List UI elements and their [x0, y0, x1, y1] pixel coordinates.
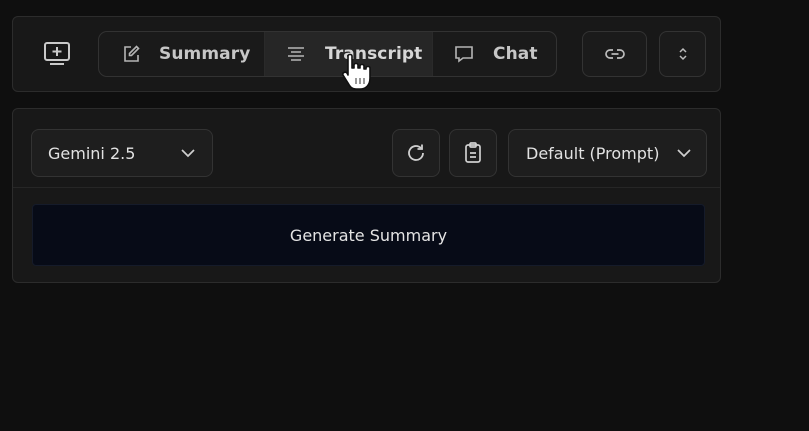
- refresh-icon: [405, 142, 427, 164]
- model-select[interactable]: Gemini 2.5: [31, 129, 213, 177]
- chevron-down-icon: [676, 148, 692, 158]
- copy-button[interactable]: [449, 129, 497, 177]
- view-tabs: Summary Transcript Chat: [98, 31, 557, 77]
- prompt-select-value: Default (Prompt): [526, 143, 660, 163]
- link-icon: [604, 47, 626, 61]
- tab-summary-label: Summary: [159, 44, 251, 64]
- prompt-select[interactable]: Default (Prompt): [508, 129, 707, 177]
- chevron-down-icon: [180, 148, 196, 158]
- refresh-button[interactable]: [392, 129, 440, 177]
- chat-bubble-icon: [453, 44, 475, 64]
- top-toolbar: Summary Transcript Chat: [12, 16, 721, 92]
- tab-chat[interactable]: Chat: [433, 32, 556, 76]
- tab-summary[interactable]: Summary: [99, 32, 265, 76]
- text-align-center-icon: [285, 44, 307, 64]
- summary-panel: Gemini 2.5 Default (Prompt) Generate Sum…: [12, 108, 721, 283]
- link-button[interactable]: [582, 31, 647, 77]
- capture-button[interactable]: [40, 37, 74, 71]
- generate-summary-label: Generate Summary: [289, 225, 448, 245]
- edit-note-icon: [121, 44, 141, 64]
- tab-transcript-label: Transcript: [325, 44, 423, 64]
- tab-chat-label: Chat: [493, 44, 538, 64]
- generate-summary-button[interactable]: Generate Summary: [32, 204, 705, 266]
- screen-plus-icon: [42, 41, 72, 67]
- divider: [13, 187, 720, 188]
- model-select-value: Gemini 2.5: [48, 143, 136, 163]
- clipboard-copy-icon: [463, 141, 483, 165]
- tab-transcript[interactable]: Transcript: [265, 32, 433, 76]
- chevron-up-down-icon: [678, 46, 688, 62]
- expand-button[interactable]: [659, 31, 706, 77]
